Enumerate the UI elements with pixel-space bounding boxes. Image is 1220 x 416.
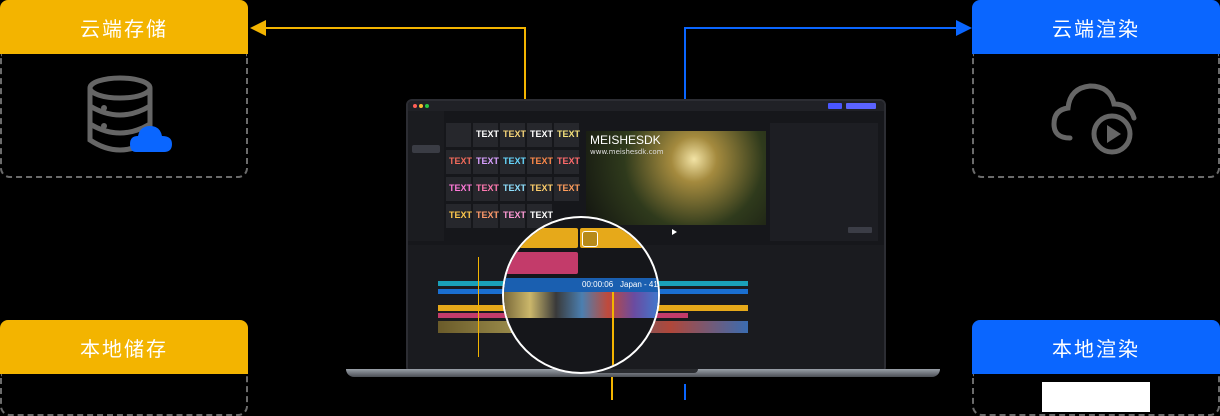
clip-effect-icon (582, 231, 598, 247)
svg-text:TEXT: TEXT (449, 156, 473, 166)
timeline-playhead[interactable] (478, 257, 479, 357)
svg-text:TEXT: TEXT (530, 210, 554, 220)
window-max-dot[interactable] (425, 104, 429, 108)
magnified-yellow-clip-2 (580, 228, 658, 248)
cloud-render-body (972, 54, 1220, 178)
properties-panel (770, 123, 878, 241)
timeline-magnifier: 00:00:06 Japan - 41! (502, 216, 660, 374)
cloud-storage-body (0, 54, 248, 178)
local-render-tile[interactable]: 本地渲染 (972, 320, 1220, 416)
preview-title: MEISHESDK (590, 133, 661, 147)
svg-text:TEXT: TEXT (476, 156, 500, 166)
svg-text:TEXT: TEXT (530, 156, 554, 166)
local-storage-body (0, 374, 248, 416)
svg-text:TEXT: TEXT (557, 183, 580, 193)
svg-text:TEXT: TEXT (449, 210, 473, 220)
svg-text:TEXT: TEXT (530, 183, 554, 193)
sidebar-item-active[interactable] (412, 145, 440, 153)
play-button[interactable] (672, 229, 677, 235)
editor-sidebar (408, 111, 444, 241)
preview-url: www.meishesdk.com (590, 148, 664, 156)
editor-titlebar (408, 101, 884, 111)
cloud-play-icon (1051, 83, 1137, 155)
window-close-dot[interactable] (413, 104, 417, 108)
cloud-storage-label: 云端存储 (0, 0, 248, 54)
svg-text:TEXT: TEXT (530, 129, 554, 139)
magnified-time: 00:00:06 (582, 280, 614, 289)
database-cloud-icon (87, 75, 172, 153)
window-min-dot[interactable] (419, 104, 423, 108)
local-storage-label: 本地储存 (0, 320, 248, 374)
publish-button[interactable] (846, 103, 876, 109)
magnified-playhead[interactable] (612, 292, 614, 372)
arrow-cloud-render (956, 20, 972, 36)
preview-panel: MEISHESDK www.meishesdk.com (586, 131, 766, 225)
local-render-body (972, 374, 1220, 416)
cloud-render-label: 云端渲染 (972, 0, 1220, 54)
arrow-cloud-storage (250, 20, 266, 36)
svg-text:TEXT: TEXT (503, 183, 527, 193)
magnified-clip-name: Japan - 41! (620, 280, 660, 289)
svg-text:TEXT: TEXT (503, 210, 527, 220)
local-render-thumbnail (1042, 382, 1150, 412)
magnified-video-strip (504, 292, 658, 318)
svg-text:TEXT: TEXT (476, 183, 500, 193)
svg-text:TEXT: TEXT (476, 129, 500, 139)
cloud-render-tile[interactable]: 云端渲染 (972, 0, 1220, 178)
local-storage-tile[interactable]: 本地储存 (0, 320, 248, 416)
local-render-label: 本地渲染 (972, 320, 1220, 374)
svg-text:TEXT: TEXT (449, 183, 473, 193)
export-button[interactable] (828, 103, 842, 109)
properties-confirm-button[interactable] (848, 227, 872, 233)
svg-text:TEXT: TEXT (503, 129, 527, 139)
connector-cloud-render (684, 27, 958, 100)
svg-text:TEXT: TEXT (476, 210, 500, 220)
magnified-yellow-clip (504, 228, 578, 248)
cloud-storage-tile[interactable]: 云端存储 (0, 0, 248, 178)
svg-text:TEXT: TEXT (557, 129, 580, 139)
svg-text:TEXT: TEXT (557, 156, 580, 166)
magnified-pink-clip (504, 252, 578, 274)
svg-text:TEXT: TEXT (503, 156, 527, 166)
